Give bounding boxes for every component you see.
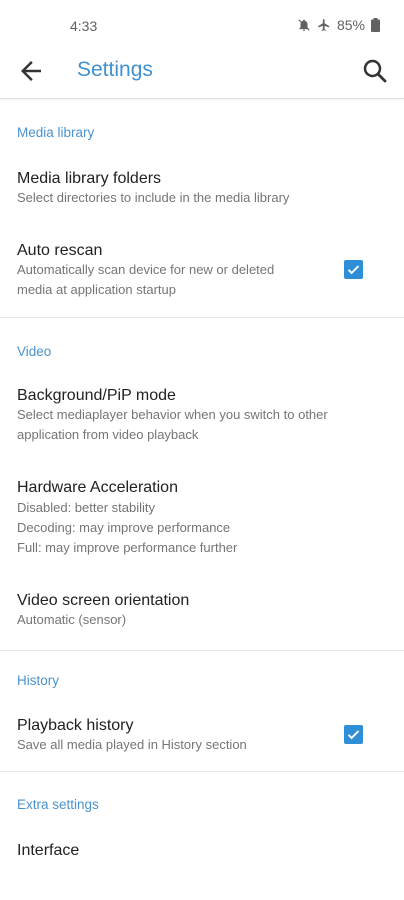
bell-off-icon xyxy=(297,18,311,32)
section-divider xyxy=(0,650,404,651)
check-icon xyxy=(347,730,360,740)
pref-video-screen-orientation[interactable]: Video screen orientation Automatic (sens… xyxy=(0,578,404,642)
pref-auto-rescan[interactable]: Auto rescan Automatically scan device fo… xyxy=(0,228,404,308)
pref-summary-line2: application from video playback xyxy=(17,427,199,442)
category-history: History xyxy=(17,673,60,688)
search-icon xyxy=(363,59,387,83)
pref-title: Playback history xyxy=(17,717,134,734)
battery-level: 85% xyxy=(336,17,365,33)
pref-summary-line1: Disabled: better stability xyxy=(17,500,156,515)
pref-summary-line1: Select mediaplayer behavior when you swi… xyxy=(17,407,328,422)
section-divider xyxy=(0,771,404,772)
pref-summary-line2: Decoding: may improve performance xyxy=(17,520,231,535)
pref-title: Auto rescan xyxy=(17,242,103,259)
status-bar: 4:33 85% xyxy=(0,0,404,52)
pref-title: Background/PiP mode xyxy=(17,387,176,404)
pref-summary-line3: Full: may improve performance further xyxy=(17,540,238,555)
back-button[interactable] xyxy=(16,56,46,86)
search-button[interactable] xyxy=(360,56,390,86)
category-video: Video xyxy=(17,344,52,359)
category-extra-settings: Extra settings xyxy=(17,797,99,812)
pref-interface[interactable]: Interface xyxy=(0,828,404,876)
pref-title: Video screen orientation xyxy=(17,592,190,609)
pref-summary-line2: media at application startup xyxy=(17,282,176,297)
page-title: Settings xyxy=(77,58,153,81)
category-media-library: Media library xyxy=(17,125,95,140)
playback-history-checkbox[interactable] xyxy=(344,725,363,744)
pref-hardware-acceleration[interactable]: Hardware Acceleration Disabled: better s… xyxy=(0,466,404,566)
airplane-icon xyxy=(317,18,331,32)
check-icon xyxy=(347,265,360,275)
pref-title: Hardware Acceleration xyxy=(17,479,178,496)
section-divider xyxy=(0,317,404,318)
pref-title: Media library folders xyxy=(17,170,162,187)
app-bar: Settings xyxy=(0,52,404,98)
pref-media-library-folders[interactable]: Media library folders Select directories… xyxy=(0,155,404,219)
arrow-left-icon xyxy=(21,61,41,81)
pref-summary: Save all media played in History section xyxy=(17,737,247,752)
status-time: 4:33 xyxy=(70,18,98,34)
auto-rescan-checkbox[interactable] xyxy=(344,260,363,279)
pref-title: Interface xyxy=(17,842,80,859)
pref-summary: Select directories to include in the med… xyxy=(17,190,290,205)
status-icons: 85% xyxy=(297,17,380,33)
app-bar-divider xyxy=(0,98,404,99)
pref-playback-history[interactable]: Playback history Save all media played i… xyxy=(0,703,404,767)
pref-summary: Automatic (sensor) xyxy=(17,612,127,627)
battery-icon xyxy=(371,18,380,32)
pref-summary-line1: Automatically scan device for new or del… xyxy=(17,262,275,277)
pref-background-pip-mode[interactable]: Background/PiP mode Select mediaplayer b… xyxy=(0,372,404,452)
